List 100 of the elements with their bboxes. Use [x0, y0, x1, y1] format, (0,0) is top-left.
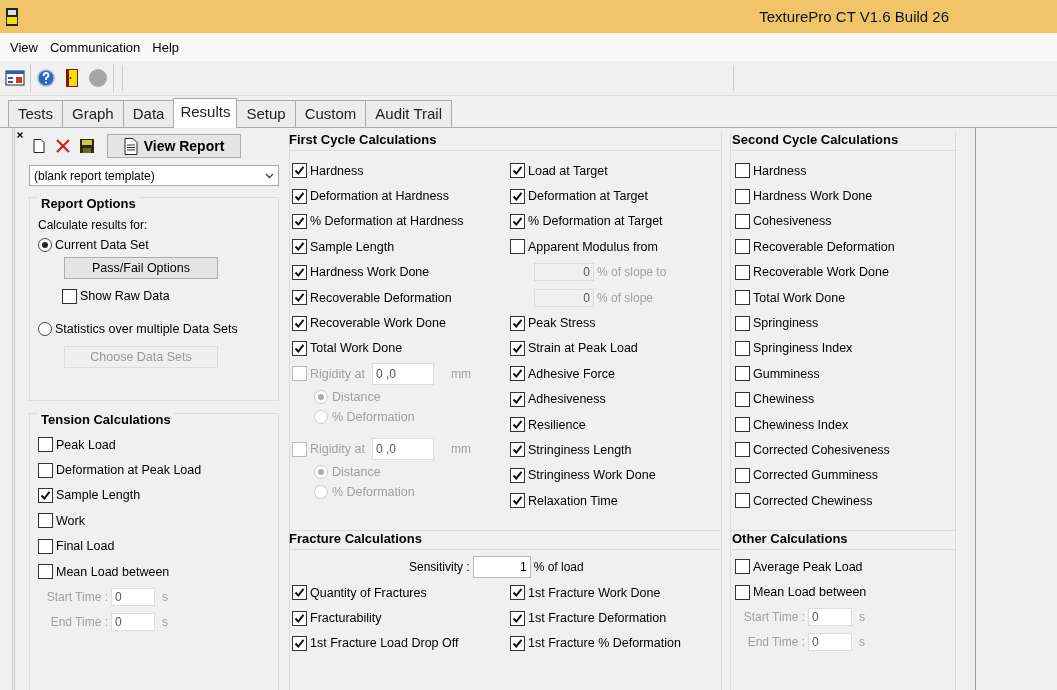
checkbox[interactable]: [735, 391, 750, 407]
checkbox[interactable]: [38, 462, 53, 478]
checkbox[interactable]: [62, 288, 77, 304]
checkbox[interactable]: [292, 315, 307, 331]
checkbox-label[interactable]: 1st Fracture Deformation: [528, 611, 667, 626]
pass-fail-button[interactable]: Pass/Fail Options: [64, 257, 218, 280]
checkbox-label[interactable]: Show Raw Data: [80, 289, 170, 304]
tab[interactable]: Results: [173, 98, 238, 128]
checkbox-label[interactable]: Strain at Peak Load: [528, 341, 638, 356]
checkbox[interactable]: [38, 437, 53, 453]
checkbox-label[interactable]: Hardness: [310, 163, 364, 178]
checkbox-label[interactable]: Deformation at Target: [528, 189, 648, 204]
checkbox[interactable]: [292, 290, 307, 306]
checkbox[interactable]: [510, 610, 525, 626]
checkbox-label[interactable]: Deformation at Hardness: [310, 189, 449, 204]
checkbox-label[interactable]: Resilience: [528, 417, 586, 432]
checkbox[interactable]: [510, 585, 525, 601]
checkbox[interactable]: [510, 417, 525, 433]
close-icon[interactable]: [17, 132, 23, 138]
checkbox-label[interactable]: Final Load: [56, 539, 115, 554]
radio-label[interactable]: Current Data Set: [55, 237, 149, 252]
checkbox-label[interactable]: Gumminess: [753, 366, 820, 381]
checkbox[interactable]: [735, 366, 750, 382]
checkbox-label[interactable]: Load at Target: [528, 163, 608, 178]
radio-button[interactable]: [38, 322, 52, 337]
checkbox[interactable]: [292, 188, 307, 204]
checkbox[interactable]: [510, 239, 525, 255]
checkbox[interactable]: [735, 188, 750, 204]
checkbox[interactable]: [292, 213, 307, 229]
checkbox-label[interactable]: Chewiness Index: [753, 417, 849, 432]
checkbox-label[interactable]: Peak Load: [56, 437, 116, 452]
checkbox-label[interactable]: Recoverable Deformation: [753, 239, 895, 254]
checkbox[interactable]: [735, 493, 750, 509]
template-dropdown[interactable]: (blank report template): [29, 165, 279, 186]
checkbox-label[interactable]: Adhesiveness: [528, 392, 606, 407]
checkbox-label[interactable]: Springiness: [753, 316, 819, 331]
checkbox-label[interactable]: Recoverable Deformation: [310, 290, 452, 305]
checkbox[interactable]: [735, 239, 750, 255]
checkbox[interactable]: [510, 163, 525, 179]
checkbox[interactable]: [510, 188, 525, 204]
radio-button[interactable]: [38, 237, 52, 252]
tab[interactable]: Graph: [62, 100, 124, 127]
checkbox-label[interactable]: Total Work Done: [310, 341, 403, 356]
checkbox-label[interactable]: Quantity of Fractures: [310, 585, 427, 600]
checkbox[interactable]: [510, 315, 525, 331]
checkbox[interactable]: [735, 315, 750, 331]
checkbox-label[interactable]: Work: [56, 513, 85, 528]
checkbox-label[interactable]: Relaxation Time: [528, 493, 618, 508]
checkbox-label[interactable]: % Deformation at Hardness: [310, 214, 464, 229]
checkbox[interactable]: [292, 585, 307, 601]
checkbox-label[interactable]: Sample Length: [310, 239, 395, 254]
checkbox[interactable]: [735, 290, 750, 306]
checkbox-label[interactable]: Average Peak Load: [753, 559, 863, 574]
tab[interactable]: Audit Trail: [365, 100, 453, 127]
checkbox-label[interactable]: Total Work Done: [753, 290, 846, 305]
checkbox-label[interactable]: Corrected Gumminess: [753, 468, 879, 483]
checkbox-label[interactable]: Stringiness Work Done: [528, 468, 656, 483]
checkbox-label[interactable]: Recoverable Work Done: [310, 316, 446, 331]
checkbox[interactable]: [292, 610, 307, 626]
checkbox[interactable]: [735, 442, 750, 458]
checkbox[interactable]: [735, 417, 750, 433]
tab[interactable]: Custom: [294, 100, 367, 127]
checkbox-label[interactable]: Fracturability: [310, 611, 382, 626]
tab[interactable]: Data: [122, 100, 175, 127]
checkbox-label[interactable]: Apparent Modulus from: [528, 239, 658, 254]
checkbox[interactable]: [735, 264, 750, 280]
checkbox-label[interactable]: Deformation at Peak Load: [56, 463, 202, 478]
checkbox[interactable]: [735, 340, 750, 356]
checkbox-label[interactable]: Cohesiveness: [753, 214, 832, 229]
view-report-button[interactable]: View Report: [107, 134, 241, 158]
checkbox[interactable]: [735, 559, 750, 575]
checkbox-label[interactable]: Chewiness: [753, 392, 815, 407]
checkbox-label[interactable]: 1st Fracture Load Drop Off: [310, 636, 459, 651]
checkbox-label[interactable]: 1st Fracture Work Done: [528, 585, 661, 600]
checkbox-label[interactable]: Hardness Work Done: [753, 189, 873, 204]
checkbox[interactable]: [510, 340, 525, 356]
checkbox[interactable]: [292, 239, 307, 255]
menu-item[interactable]: View: [4, 39, 44, 55]
checkbox-label[interactable]: Hardness: [753, 163, 807, 178]
checkbox-label[interactable]: Peak Stress: [528, 316, 596, 331]
checkbox[interactable]: [510, 391, 525, 407]
sensitivity-field[interactable]: 1: [472, 556, 531, 578]
checkbox[interactable]: [38, 487, 53, 503]
checkbox-label[interactable]: Sample Length: [56, 488, 141, 503]
delete-icon[interactable]: [55, 138, 71, 154]
help-icon[interactable]: [35, 67, 57, 89]
checkbox[interactable]: [510, 635, 525, 651]
window-chart-icon[interactable]: [4, 67, 26, 89]
checkbox[interactable]: [292, 264, 307, 280]
save-icon[interactable]: [79, 138, 95, 154]
checkbox-label[interactable]: Stringiness Length: [528, 443, 632, 457]
checkbox[interactable]: [510, 213, 525, 229]
checkbox-label[interactable]: % Deformation at Target: [528, 214, 663, 229]
checkbox[interactable]: [735, 213, 750, 229]
menu-item[interactable]: Help: [146, 39, 186, 55]
checkbox[interactable]: [292, 340, 307, 356]
checkbox-label[interactable]: Hardness Work Done: [310, 265, 430, 280]
checkbox-label[interactable]: 1st Fracture % Deformation: [528, 636, 681, 651]
checkbox-label[interactable]: Corrected Cohesiveness: [753, 443, 890, 457]
checkbox-label[interactable]: Adhesive Force: [528, 366, 615, 381]
